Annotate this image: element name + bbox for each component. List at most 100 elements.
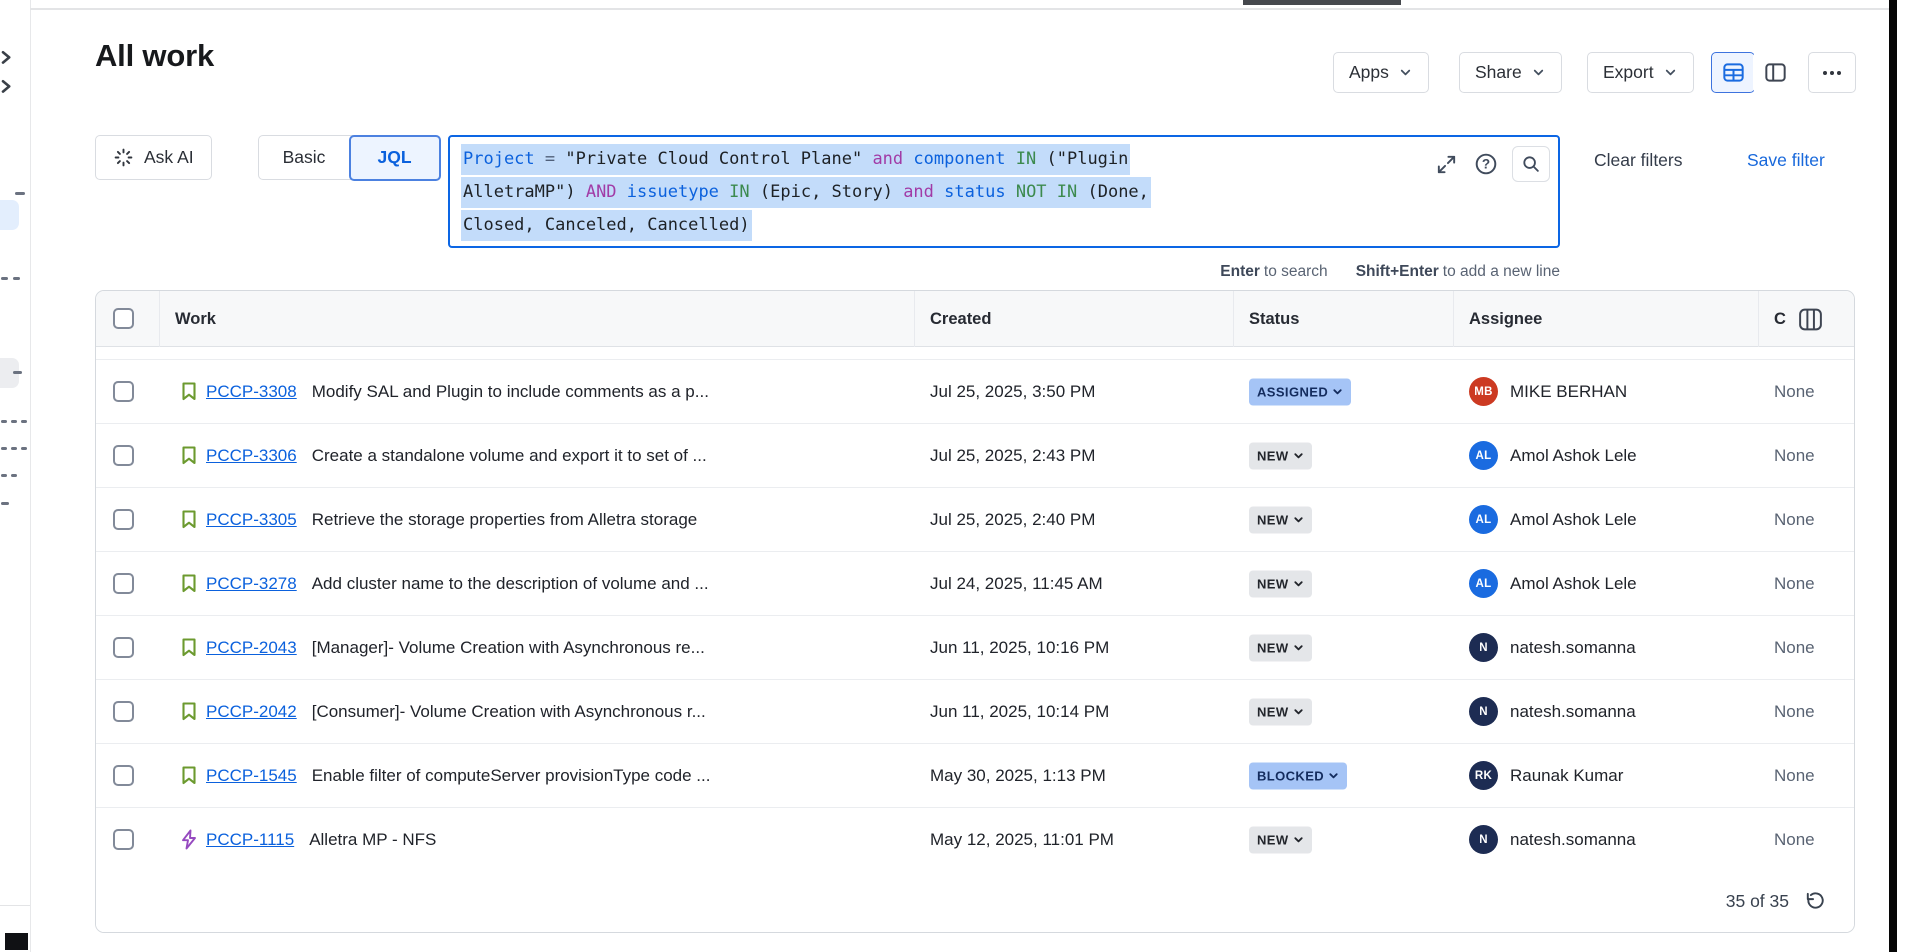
chevron-down-icon (1663, 65, 1678, 80)
status-badge[interactable]: NEW (1249, 570, 1312, 597)
work-cell: PCCP-2042 [Consumer]- Volume Creation wit… (180, 680, 706, 743)
assignee-name: Raunak Kumar (1510, 766, 1623, 786)
table-row[interactable]: PCCP-1545 Enable filter of computeServer … (96, 744, 1854, 808)
chevron-down-icon (1293, 706, 1304, 717)
assignee-avatar: AL (1469, 505, 1498, 534)
sidebar-fragment (15, 192, 25, 195)
issue-summary[interactable]: [Manager]- Volume Creation with Asynchro… (312, 638, 705, 658)
status-badge[interactable]: BLOCKED (1249, 762, 1347, 789)
detail-view-button[interactable] (1753, 52, 1797, 93)
row-checkbox[interactable] (113, 573, 134, 594)
issue-summary[interactable]: Modify SAL and Plugin to include comment… (312, 382, 709, 402)
status-badge[interactable]: NEW (1249, 506, 1312, 533)
mode-jql-button[interactable]: JQL (349, 135, 441, 181)
assignee-name: natesh.somanna (1510, 638, 1636, 658)
category-cell: None (1774, 446, 1815, 466)
story-icon (180, 573, 198, 594)
table-footer: 35 of 35 (96, 871, 1854, 932)
issue-key-link[interactable]: PCCP-3278 (206, 574, 297, 594)
hint-shift-enter: Shift+Enterto add a new line (1356, 263, 1560, 281)
configure-columns-button[interactable] (1796, 305, 1824, 333)
issue-key-link[interactable]: PCCP-3305 (206, 510, 297, 530)
sidebar-expand-chevron-icon[interactable] (1, 79, 12, 94)
chevron-down-icon (1293, 514, 1304, 525)
row-checkbox[interactable] (113, 829, 134, 850)
column-header-truncated[interactable]: C (1774, 291, 1786, 347)
apps-button[interactable]: Apps (1333, 52, 1429, 93)
assignee-cell: Nnatesh.somanna (1469, 808, 1636, 871)
row-checkbox[interactable] (113, 701, 134, 722)
more-actions-button[interactable] (1808, 52, 1856, 93)
issue-summary[interactable]: Add cluster name to the description of v… (312, 574, 709, 594)
category-cell: None (1774, 702, 1815, 722)
row-checkbox[interactable] (113, 637, 134, 658)
table-row[interactable]: PCCP-1115 Alletra MP - NFS May 12, 2025, 1… (96, 808, 1854, 872)
issue-key-link[interactable]: PCCP-2043 (206, 638, 297, 658)
refresh-icon (1803, 890, 1826, 913)
story-icon (180, 445, 198, 466)
status-badge[interactable]: NEW (1249, 698, 1312, 725)
issue-key-link[interactable]: PCCP-1115 (206, 830, 294, 850)
created-cell: May 12, 2025, 11:01 PM (930, 830, 1114, 850)
issue-summary[interactable]: [Consumer]- Volume Creation with Asynchr… (312, 702, 706, 722)
issue-key-link[interactable]: PCCP-1545 (206, 766, 297, 786)
assignee-cell: Nnatesh.somanna (1469, 680, 1636, 743)
assignee-cell: RKRaunak Kumar (1469, 744, 1623, 807)
issue-summary[interactable]: Retrieve the storage properties from All… (312, 510, 698, 530)
issue-key-link[interactable]: PCCP-2042 (206, 702, 297, 722)
row-checkbox[interactable] (113, 445, 134, 466)
sidebar-fragment (13, 277, 20, 280)
expand-editor-button[interactable] (1432, 150, 1460, 178)
row-checkbox[interactable] (113, 509, 134, 530)
table-view-button[interactable] (1711, 52, 1755, 93)
jira-all-work-page: All work Apps Share Export Ask AI Basic … (0, 0, 1912, 952)
save-filter-button[interactable]: Save filter (1747, 150, 1825, 171)
expand-icon (1435, 153, 1458, 176)
clear-filters-button[interactable]: Clear filters (1594, 150, 1683, 171)
column-header-created[interactable]: Created (930, 291, 991, 347)
export-button[interactable]: Export (1587, 52, 1694, 93)
table-row[interactable]: PCCP-2043 [Manager]- Volume Creation with… (96, 616, 1854, 680)
work-cell: PCCP-1115 Alletra MP - NFS (180, 808, 436, 871)
issue-summary[interactable]: Enable filter of computeServer provision… (312, 766, 711, 786)
issue-summary[interactable]: Alletra MP - NFS (309, 830, 436, 850)
work-cell: PCCP-3308 Modify SAL and Plugin to includ… (180, 360, 709, 423)
issue-summary[interactable]: Create a standalone volume and export it… (312, 446, 707, 466)
syntax-help-button[interactable]: ? (1472, 150, 1500, 178)
row-checkbox[interactable] (113, 381, 134, 402)
chevron-down-icon (1398, 65, 1413, 80)
category-cell: None (1774, 574, 1815, 594)
run-search-button[interactable] (1512, 146, 1550, 182)
ask-ai-button[interactable]: Ask AI (95, 135, 212, 180)
column-header-assignee[interactable]: Assignee (1469, 291, 1542, 347)
sidebar-expand-chevron-icon[interactable] (1, 50, 12, 65)
table-row[interactable]: PCCP-3306 Create a standalone volume and … (96, 424, 1854, 488)
status-badge[interactable]: NEW (1249, 634, 1312, 661)
story-icon (180, 509, 198, 530)
status-label: NEW (1257, 704, 1289, 719)
table-row[interactable]: PCCP-2042 [Consumer]- Volume Creation wit… (96, 680, 1854, 744)
table-row[interactable]: PCCP-3308 Modify SAL and Plugin to includ… (96, 360, 1854, 424)
assignee-cell: MBMIKE BERHAN (1469, 360, 1627, 423)
mode-basic-button[interactable]: Basic (259, 147, 349, 168)
refresh-button[interactable] (1803, 890, 1826, 913)
table-row[interactable]: PCCP-3305 Retrieve the storage properties… (96, 488, 1854, 552)
top-dark-fragment (1243, 0, 1401, 5)
status-badge[interactable]: NEW (1249, 442, 1312, 469)
jql-editor-lines: Project = "Private Cloud Control Plane" … (461, 143, 1438, 242)
row-checkbox[interactable] (113, 765, 134, 786)
chevron-down-icon (1293, 450, 1304, 461)
status-badge[interactable]: ASSIGNED (1249, 378, 1351, 405)
assignee-name: Amol Ashok Lele (1510, 446, 1637, 466)
status-badge[interactable]: NEW (1249, 826, 1312, 853)
jql-editor[interactable]: Project = "Private Cloud Control Plane" … (448, 135, 1560, 248)
issue-key-link[interactable]: PCCP-3308 (206, 382, 297, 402)
issue-key-link[interactable]: PCCP-3306 (206, 446, 297, 466)
share-button[interactable]: Share (1459, 52, 1562, 93)
column-header-status[interactable]: Status (1249, 291, 1299, 347)
select-all-checkbox[interactable] (113, 308, 134, 329)
sidebar-fragment (11, 447, 17, 450)
column-header-work[interactable]: Work (175, 291, 216, 347)
table-row[interactable]: PCCP-3278 Add cluster name to the descrip… (96, 552, 1854, 616)
status-label: NEW (1257, 832, 1289, 847)
